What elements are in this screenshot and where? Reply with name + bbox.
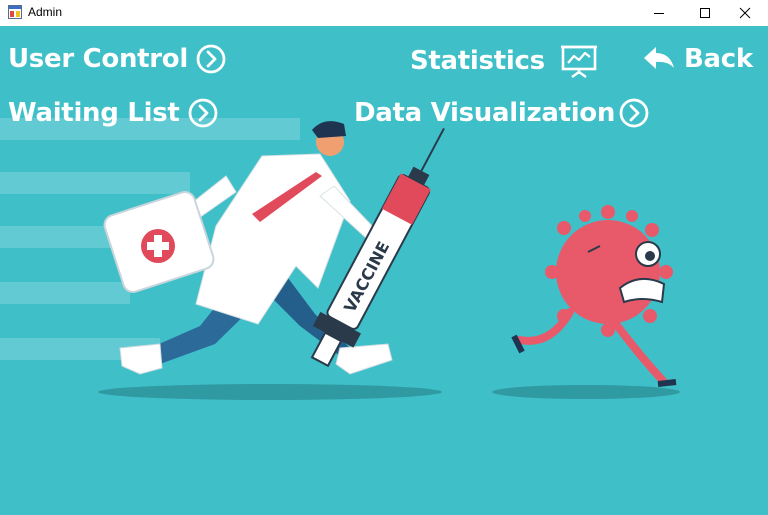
minimize-icon (654, 13, 664, 14)
data-visualization-button[interactable]: Data Visualization (354, 98, 649, 128)
close-icon (739, 7, 751, 19)
waiting-list-button[interactable]: Waiting List (8, 98, 218, 128)
chevron-right-circle-icon (188, 98, 217, 128)
doctor-shadow (98, 384, 442, 400)
back-button[interactable]: Back (642, 44, 753, 74)
virus-character (511, 205, 677, 387)
back-label: Back (684, 44, 753, 74)
waiting-list-label: Waiting List (8, 98, 180, 128)
chevron-right-circle-icon (619, 98, 649, 128)
main-panel: VACCINE User Control Waiting List Statis… (0, 26, 768, 515)
virus-shadow (492, 385, 680, 399)
user-control-label: User Control (8, 44, 188, 74)
title-bar: Admin (0, 0, 768, 26)
data-visualization-label: Data Visualization (354, 98, 616, 128)
user-control-button[interactable]: User Control (8, 44, 226, 74)
presentation-chart-icon (560, 45, 597, 78)
maximize-icon (700, 8, 710, 18)
app-window-icon (8, 5, 22, 19)
close-button[interactable] (722, 0, 768, 26)
statistics-button[interactable]: Statistics (410, 44, 597, 78)
window-title: Admin (28, 5, 63, 19)
minimize-button[interactable] (636, 0, 682, 26)
statistics-label: Statistics (410, 46, 545, 76)
back-arrow-icon (644, 47, 674, 69)
admin-window: Admin VACCINE User Control Waiting List … (0, 0, 768, 515)
chevron-right-circle-icon (196, 44, 226, 74)
